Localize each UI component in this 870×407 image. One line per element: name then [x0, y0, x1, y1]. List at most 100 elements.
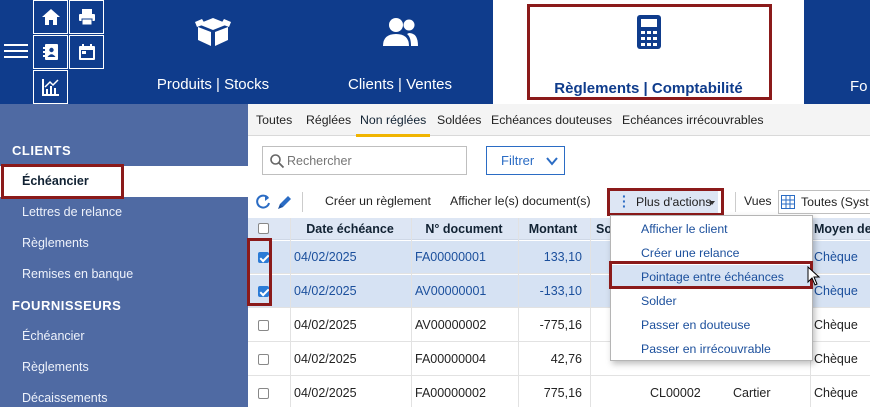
tab-closed[interactable]: Soldées [437, 104, 481, 136]
tab-all[interactable]: Toutes [256, 104, 292, 136]
calendar-icon[interactable] [69, 35, 104, 69]
toolbar-separator [735, 192, 736, 212]
row-select-cell[interactable] [253, 377, 273, 407]
menu-item-match-entries[interactable]: Pointage entre échéances [611, 265, 812, 289]
col-amount[interactable]: Montant [518, 218, 588, 239]
chart-icon[interactable] [33, 70, 68, 104]
row-checkbox[interactable] [257, 319, 269, 331]
box-icon [195, 18, 231, 46]
row-checkbox[interactable] [257, 285, 269, 297]
tab-unrecoverable[interactable]: Echéances irrécouvrables [622, 104, 764, 136]
search-input[interactable] [287, 151, 457, 171]
row-document: FA00000004 [415, 352, 486, 366]
users-icon [383, 18, 418, 46]
module-label: Clients | Ventes [348, 76, 452, 93]
sidebar-item-client-payments[interactable]: Règlements [0, 228, 248, 259]
row-amount: 42,76 [550, 352, 582, 366]
menu-item-mark-unrecoverable[interactable]: Passer en irrécouvrable [611, 337, 812, 361]
module-suppliers[interactable]: Fo [850, 0, 870, 104]
hamburger-menu-icon[interactable] [4, 40, 28, 60]
sidebar-item-bank-deposits[interactable]: Remises en banque [0, 259, 248, 290]
row-select-cell[interactable] [253, 241, 273, 273]
sidebar: CLIENTS Échéancier Lettres de relance Rè… [0, 104, 248, 407]
app-window: Produits | Stocks Clients | Ventes Règle… [0, 0, 870, 407]
row-select-cell[interactable] [253, 343, 273, 375]
row-document: AV00000002 [415, 318, 487, 332]
sidebar-item-client-schedule[interactable]: Échéancier [0, 166, 248, 197]
row-document: FA00000002 [415, 386, 486, 400]
row-select-cell[interactable] [253, 275, 273, 307]
menu-item-create-reminder[interactable]: Créer une relance [611, 241, 812, 265]
row-date: 04/02/2025 [294, 250, 357, 264]
filter-button[interactable]: Filtrer [486, 146, 565, 175]
sidebar-item-supplier-schedule[interactable]: Échéancier [0, 321, 248, 352]
row-amount: 775,16 [543, 386, 582, 400]
module-clients-sales[interactable]: Clients | Ventes [320, 0, 480, 104]
views-label: Vues [744, 194, 772, 208]
row-date: 04/02/2025 [294, 318, 357, 332]
module-products-stocks[interactable]: Produits | Stocks [133, 0, 293, 104]
views-select[interactable]: Toutes (Syst [778, 190, 870, 214]
filter-tabs: Toutes Réglées Non réglées Soldées Echéa… [248, 104, 870, 137]
column-divider [290, 218, 291, 407]
module-label: Produits | Stocks [156, 76, 270, 93]
tab-unsettled[interactable]: Non réglées [355, 104, 431, 137]
menu-item-show-client[interactable]: Afficher le client [611, 217, 812, 241]
row-payment-method: Chèque [814, 352, 858, 366]
select-all-cell[interactable] [253, 218, 273, 239]
row-date: 04/02/2025 [294, 352, 357, 366]
toolbar-separator [302, 192, 303, 212]
quick-access-grid [33, 0, 105, 104]
sidebar-section-clients: CLIENTS [12, 143, 72, 158]
tab-doubtful[interactable]: Echéances douteuses [491, 104, 612, 136]
caret-down-icon [709, 201, 715, 205]
col-due-date[interactable]: Date échéance [290, 218, 410, 239]
mouse-cursor-icon [807, 266, 821, 286]
row-date: 04/02/2025 [294, 284, 357, 298]
create-payment-button[interactable]: Créer un règlement [325, 194, 431, 208]
column-divider [518, 218, 519, 407]
row-client-name: Cartier [733, 386, 771, 400]
row-client-code: CL00002 [650, 386, 701, 400]
address-book-icon[interactable] [33, 35, 68, 69]
menu-item-mark-doubtful[interactable]: Passer en douteuse [611, 313, 812, 337]
refresh-icon[interactable] [254, 193, 272, 211]
more-actions-label: Plus d'actions [636, 195, 712, 209]
row-amount: 133,10 [543, 250, 582, 264]
search-icon [270, 154, 285, 169]
select-all-checkbox[interactable] [257, 223, 269, 234]
module-payments-accounting[interactable]: Règlements | Comptabilité [493, 0, 804, 104]
row-checkbox[interactable] [257, 387, 269, 399]
more-actions-button[interactable]: · · · Plus d'actions [610, 188, 718, 215]
grid-view-icon [781, 195, 795, 209]
row-select-cell[interactable] [253, 309, 273, 341]
views-value: Toutes (Syst [801, 195, 869, 209]
actions-toolbar: Créer un règlement Afficher le(s) docume… [248, 188, 870, 216]
tab-settled[interactable]: Réglées [306, 104, 351, 136]
printer-icon[interactable] [69, 0, 104, 34]
row-amount: -775,16 [539, 318, 582, 332]
column-divider [411, 218, 412, 407]
row-checkbox[interactable] [257, 353, 269, 365]
menu-item-settle[interactable]: Solder [611, 289, 812, 313]
sidebar-item-disbursements[interactable]: Décaissements [0, 383, 248, 407]
more-actions-menu: Afficher le client Créer une relance Poi… [610, 215, 813, 361]
show-documents-button[interactable]: Afficher le(s) document(s) [450, 194, 591, 208]
module-label: Règlements | Comptabilité [554, 80, 743, 97]
sidebar-item-reminder-letters[interactable]: Lettres de relance [0, 197, 248, 228]
home-icon[interactable] [33, 0, 68, 34]
edit-pencil-icon[interactable] [276, 193, 294, 211]
kebab-icon: · · · [622, 188, 627, 214]
row-payment-method: Chèque [814, 318, 858, 332]
module-label: Fo [850, 78, 868, 95]
col-document-number[interactable]: N° document [411, 218, 517, 239]
table-row[interactable]: 04/02/2025 FA00000002 775,16 CL00002 Car… [248, 377, 870, 407]
row-amount: -133,10 [539, 284, 582, 298]
row-document: FA00000001 [415, 250, 486, 264]
sidebar-item-supplier-payments[interactable]: Règlements [0, 352, 248, 383]
col-payment-method[interactable]: Moyen de [814, 218, 870, 239]
row-checkbox[interactable] [257, 251, 269, 263]
calculator-icon [636, 15, 661, 49]
sidebar-section-suppliers: FOURNISSEURS [12, 298, 122, 313]
chevron-down-icon [546, 157, 558, 166]
